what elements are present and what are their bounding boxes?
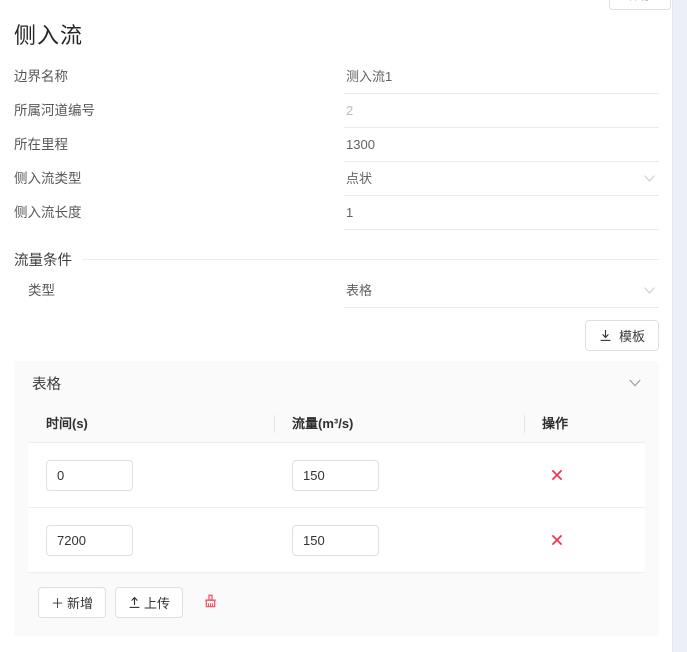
label-mileage: 所在里程: [14, 137, 68, 152]
table-cell-time: [28, 524, 274, 556]
table-row: [28, 443, 645, 508]
add-row-button[interactable]: ＋ 新增: [38, 587, 107, 618]
field-flow-type[interactable]: 表格: [344, 274, 659, 308]
upload-button[interactable]: 上传: [115, 587, 184, 618]
plus-icon: ＋: [51, 596, 65, 611]
form-row-river-id: 所属河道编号 2: [14, 94, 659, 128]
time-input[interactable]: [46, 524, 133, 556]
time-input[interactable]: [46, 459, 133, 491]
form-row-inflow-type: 侧入流类型 点状: [14, 162, 659, 196]
table-cell-operation: [524, 468, 645, 482]
value-inflow-length: 1: [346, 204, 354, 220]
broom-icon: [202, 594, 219, 611]
top-action-bar: 保存: [0, 0, 672, 10]
field-river-id[interactable]: 2: [344, 94, 659, 128]
upload-button-label: 上传: [144, 596, 171, 611]
download-icon: [599, 329, 612, 342]
collapse-title: 表格: [32, 376, 61, 393]
save-button[interactable]: 保存: [609, 0, 671, 10]
template-button-label: 模板: [618, 329, 645, 344]
add-row-button-label: 新增: [67, 596, 94, 611]
template-button-row: 模板: [14, 320, 659, 351]
table-cell-operation: [524, 533, 645, 547]
table-header-time: 时间(s): [46, 415, 88, 431]
chevron-down-icon[interactable]: [644, 174, 655, 182]
flow-input[interactable]: [292, 459, 379, 491]
table-cell-time: [28, 459, 274, 491]
flow-input[interactable]: [292, 524, 379, 556]
page-title: 侧入流: [14, 23, 84, 48]
value-flow-type: 表格: [346, 282, 373, 298]
page-root: 保存 侧入流 边界名称 测入流1 所属河道编号 2 所在里程: [0, 0, 687, 652]
form-row-boundary-name: 边界名称 测入流1: [14, 60, 659, 94]
label-river-id: 所属河道编号: [14, 103, 95, 118]
field-inflow-length[interactable]: 1: [344, 196, 659, 230]
table-cell-flow: [274, 524, 524, 556]
table-footer-actions: ＋ 新增 上传: [28, 573, 645, 618]
label-boundary-name: 边界名称: [14, 69, 68, 84]
chevron-down-icon[interactable]: [629, 379, 641, 387]
value-inflow-type: 点状: [346, 170, 373, 186]
upload-icon: [128, 596, 141, 609]
field-mileage[interactable]: 1300: [344, 128, 659, 162]
clear-table-button[interactable]: [199, 592, 221, 614]
form-area: 侧入流 边界名称 测入流1 所属河道编号 2 所在里程 1300 侧入流类型 点…: [0, 10, 672, 636]
table-row: [28, 508, 645, 573]
template-download-button[interactable]: 模板: [584, 320, 659, 351]
close-x-icon[interactable]: [550, 468, 564, 482]
label-inflow-type: 侧入流类型: [14, 171, 82, 186]
form-row-inflow-length: 侧入流长度 1: [14, 196, 659, 230]
table-header-row: 时间(s) 流量(m³/s) 操作: [28, 405, 645, 443]
chevron-down-icon[interactable]: [644, 286, 655, 294]
table-cell-flow: [274, 459, 524, 491]
section-divider: [82, 258, 659, 260]
table-collapse-card: 表格 时间(s) 流量(m³/s) 操作 0 150 7200 150 ＋ 新增…: [14, 361, 659, 636]
form-row-mileage: 所在里程 1300: [14, 128, 659, 162]
value-boundary-name: 测入流1: [346, 68, 393, 84]
label-flow-type: 类型: [28, 283, 55, 298]
flow-table: 时间(s) 流量(m³/s) 操作 0 150 7200 150 ＋ 新增 上传: [28, 405, 645, 618]
value-mileage: 1300: [346, 136, 375, 152]
close-x-icon[interactable]: [550, 533, 564, 547]
label-inflow-length: 侧入流长度: [14, 205, 82, 220]
section-header-flow-condition: 流量条件: [14, 248, 659, 270]
form-row-flow-type: 类型 表格: [14, 274, 659, 308]
value-river-id: 2: [346, 102, 354, 118]
table-header-flow: 流量(m³/s): [274, 414, 524, 434]
table-header-operation: 操作: [524, 414, 645, 434]
field-boundary-name[interactable]: 测入流1: [344, 60, 659, 94]
content-panel: 保存 侧入流 边界名称 测入流1 所属河道编号 2 所在里程: [0, 0, 673, 652]
collapse-header[interactable]: 表格: [14, 361, 659, 405]
field-inflow-type[interactable]: 点状: [344, 162, 659, 196]
section-title-flow-condition: 流量条件: [14, 252, 72, 269]
